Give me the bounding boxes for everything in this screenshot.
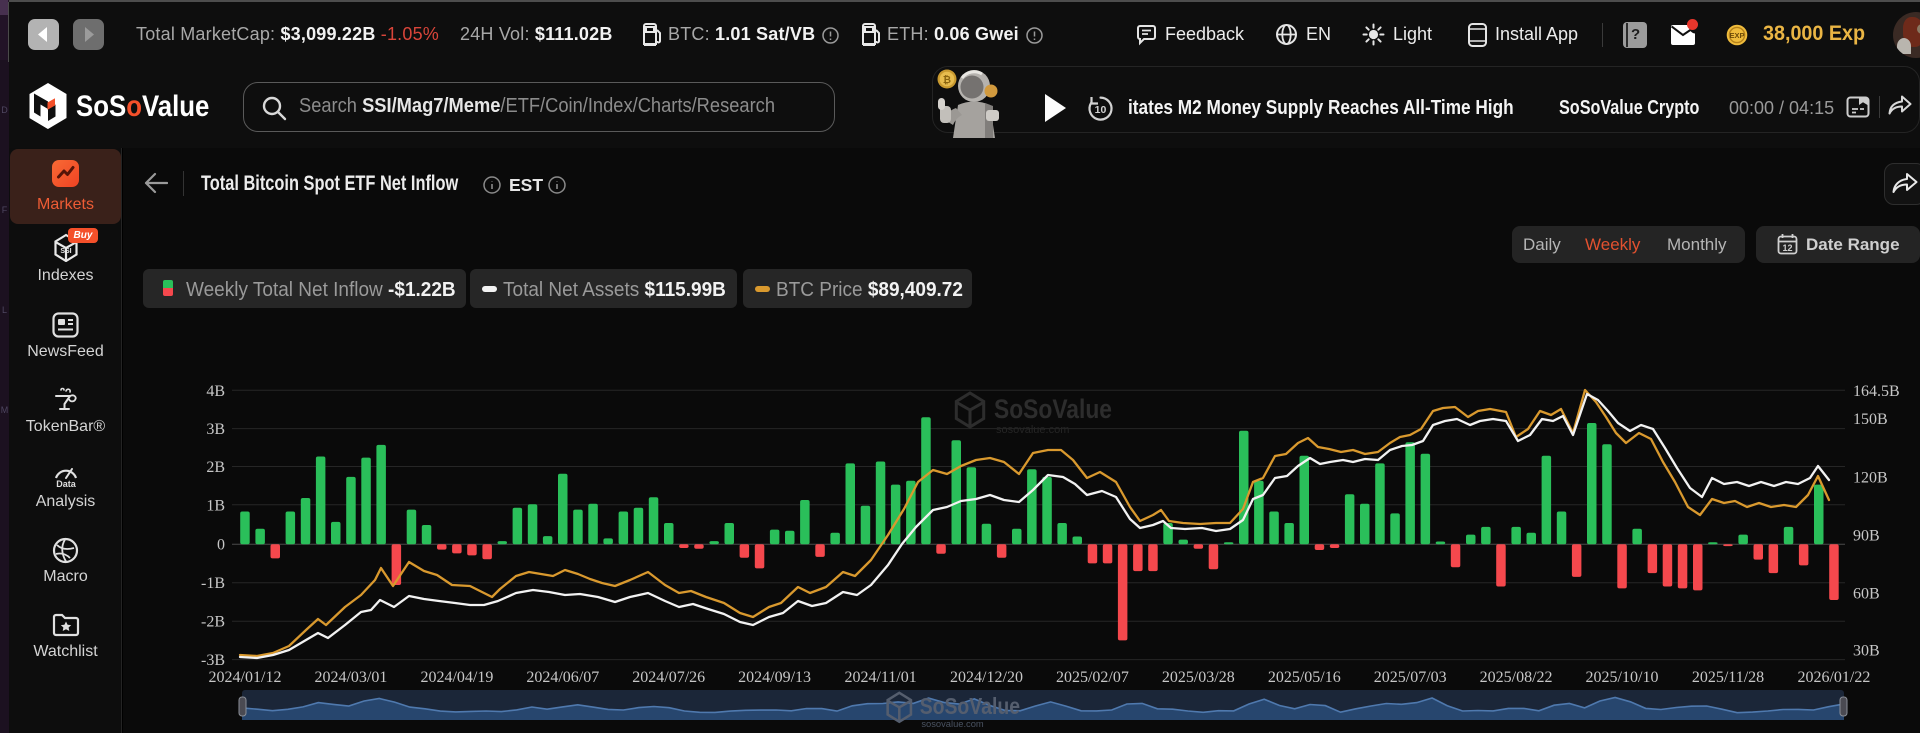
svg-text:164.5B: 164.5B xyxy=(1853,383,1900,400)
svg-text:2025/05/16: 2025/05/16 xyxy=(1268,669,1341,686)
svg-text:2024/04/19: 2024/04/19 xyxy=(420,669,493,686)
svg-text:-2B: -2B xyxy=(201,614,225,631)
svg-text:2024/07/26: 2024/07/26 xyxy=(632,669,705,686)
svg-text:SoSoValue: SoSoValue xyxy=(994,394,1112,424)
svg-text:0: 0 xyxy=(217,537,225,554)
svg-text:30B: 30B xyxy=(1853,643,1880,660)
svg-text:2025/11/28: 2025/11/28 xyxy=(1692,669,1764,686)
svg-text:2025/03/28: 2025/03/28 xyxy=(1162,669,1235,686)
svg-text:2024/12/20: 2024/12/20 xyxy=(950,669,1023,686)
svg-text:2024/11/01: 2024/11/01 xyxy=(844,669,916,686)
svg-text:2B: 2B xyxy=(206,459,225,476)
svg-text:2024/06/07: 2024/06/07 xyxy=(526,669,599,686)
svg-text:SoSoValue: SoSoValue xyxy=(920,693,1020,719)
svg-text:2025/10/10: 2025/10/10 xyxy=(1586,669,1659,686)
svg-text:2025/08/22: 2025/08/22 xyxy=(1480,669,1553,686)
svg-text:2024/03/01: 2024/03/01 xyxy=(314,669,387,686)
svg-text:1B: 1B xyxy=(206,497,225,514)
svg-text:2024/09/13: 2024/09/13 xyxy=(738,669,811,686)
svg-text:2026/01/22: 2026/01/22 xyxy=(1797,669,1870,686)
svg-text:sosovalue.com: sosovalue.com xyxy=(996,424,1069,436)
svg-text:2025/02/07: 2025/02/07 xyxy=(1056,669,1129,686)
svg-text:60B: 60B xyxy=(1853,586,1880,603)
svg-text:2024/01/12: 2024/01/12 xyxy=(209,669,282,686)
svg-text:2025/07/03: 2025/07/03 xyxy=(1374,669,1447,686)
svg-text:120B: 120B xyxy=(1853,469,1888,486)
svg-text:-1B: -1B xyxy=(201,575,225,592)
svg-text:sosovalue.com: sosovalue.com xyxy=(921,719,984,729)
svg-text:90B: 90B xyxy=(1853,528,1880,545)
svg-text:-3B: -3B xyxy=(201,652,225,669)
svg-text:150B: 150B xyxy=(1853,411,1888,428)
svg-text:3B: 3B xyxy=(206,421,225,438)
svg-text:4B: 4B xyxy=(206,383,225,400)
